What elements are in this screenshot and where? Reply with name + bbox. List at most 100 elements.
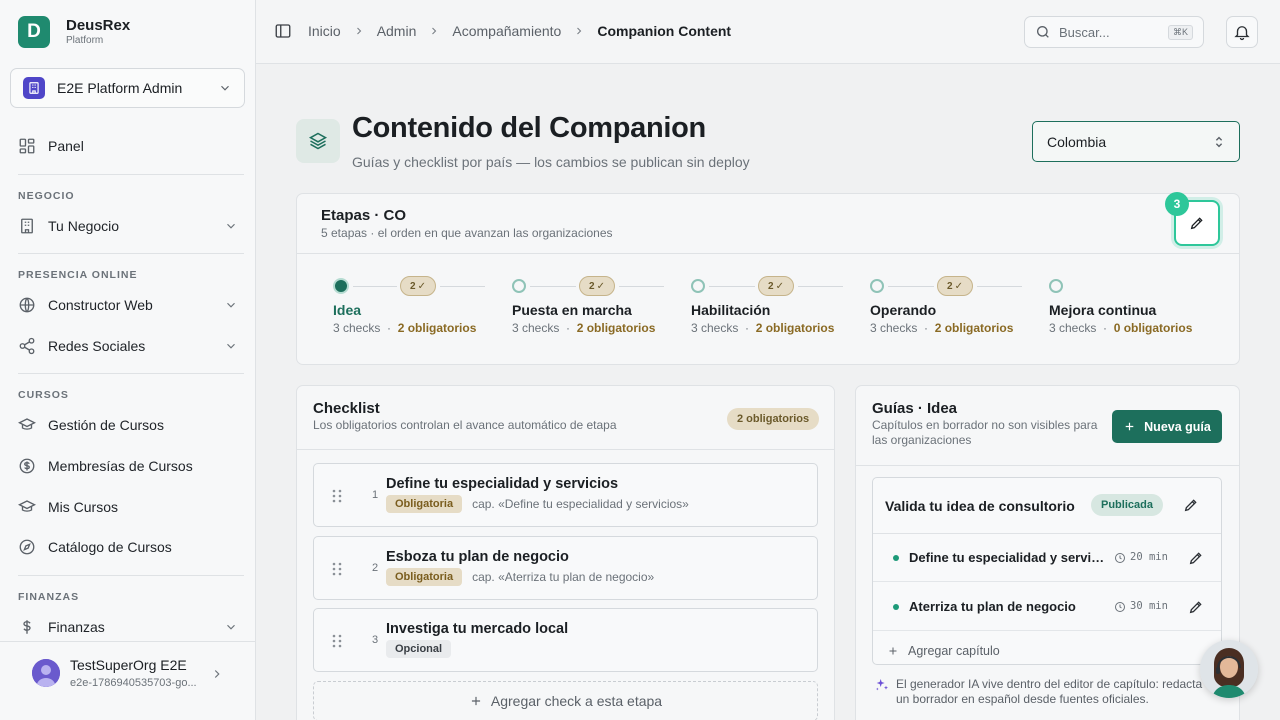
checklist-item[interactable]: 1 Define tu especialidad y servicios Obl…	[313, 463, 818, 527]
check-title: Esboza tu plan de negocio	[386, 549, 569, 565]
sidebar-divider	[18, 373, 244, 374]
section-title-negocio: NEGOCIO	[18, 190, 75, 202]
chevron-updown-icon	[1215, 136, 1223, 147]
sidebar-item-label: Finanzas	[48, 619, 105, 635]
new-guide-label: Nueva guía	[1144, 419, 1211, 434]
stage-name-puesta[interactable]: Puesta en marcha	[512, 302, 632, 318]
chapter-item[interactable]: Define tu especialidad y servicios 20 mi…	[873, 534, 1221, 582]
section-title-finanzas: FINANZAS	[18, 591, 80, 603]
add-chapter-button[interactable]: Agregar capítulo	[887, 644, 1000, 658]
stage-dot-puesta[interactable]	[512, 279, 526, 293]
sidebar-item-finanzas[interactable]: Finanzas	[18, 612, 238, 642]
sidebar-item-label: Gestión de Cursos	[48, 417, 164, 433]
notifications-button[interactable]	[1226, 16, 1258, 48]
sidebar-item-catalogo[interactable]: Catálogo de Cursos	[18, 532, 238, 562]
building-icon	[23, 77, 45, 99]
stage-dot-operando[interactable]	[870, 279, 884, 293]
sidebar-item-constructor-web[interactable]: Constructor Web	[18, 290, 238, 320]
checklist-card: Checklist Los obligatorios controlan el …	[296, 385, 835, 720]
sidebar-item-gestion-cursos[interactable]: Gestión de Cursos	[18, 410, 238, 440]
stage-name-mejora[interactable]: Mejora continua	[1049, 302, 1156, 318]
plus-icon	[889, 647, 897, 655]
checklist-required-badge: 2 obligatorios	[727, 408, 820, 430]
search-input[interactable]: Buscar... ⌘K	[1024, 16, 1204, 48]
stage-meta: 3 checks · 2 obligatorios	[691, 321, 835, 335]
stage-dot-mejora[interactable]	[1049, 279, 1063, 293]
chapter-status-dot	[893, 604, 899, 610]
stage-connector	[977, 286, 1022, 287]
country-select[interactable]: Colombia	[1032, 121, 1240, 162]
stage-required-badge: 2 ✓	[400, 276, 436, 296]
stage-meta: 3 checks · 0 obligatorios	[1049, 321, 1193, 335]
brand[interactable]: D DeusRex Platform	[18, 16, 130, 48]
chevron-right-icon	[356, 27, 361, 35]
dashboard-icon	[19, 138, 35, 154]
avatar	[32, 659, 60, 687]
checklist-item[interactable]: 3 Investiga tu mercado local Opcional	[313, 608, 818, 672]
graduation-cap-icon	[18, 418, 36, 430]
sidebar-divider	[18, 575, 244, 576]
sidebar-item-label: Constructor Web	[48, 297, 153, 313]
sidebar-item-label: Catálogo de Cursos	[48, 539, 172, 555]
org-selector[interactable]: E2E Platform Admin	[10, 68, 245, 108]
sidebar-item-mis-cursos[interactable]: Mis Cursos	[18, 492, 238, 522]
sidebar-item-label: Redes Sociales	[48, 338, 146, 354]
guide-title: Valida tu idea de consultorio	[885, 498, 1075, 514]
grip-icon[interactable]	[332, 634, 342, 648]
stage-name-idea[interactable]: Idea	[333, 302, 361, 318]
stage-name-operando[interactable]: Operando	[870, 302, 936, 318]
user-menu[interactable]: TestSuperOrg E2E e2e-1786940535703-go...	[0, 641, 255, 720]
chevron-right-icon	[577, 27, 582, 35]
grip-icon[interactable]	[332, 562, 342, 576]
breadcrumb-item-acompanamiento[interactable]: Acompañamiento	[452, 23, 561, 39]
stage-dot-habilitacion[interactable]	[691, 279, 705, 293]
stage-name-habilitacion[interactable]: Habilitación	[691, 302, 770, 318]
sidebar-item-tu-negocio[interactable]: Tu Negocio	[18, 211, 238, 241]
breadcrumb-current: Companion Content	[597, 23, 732, 39]
sidebar-item-label: Tu Negocio	[48, 218, 120, 234]
chevron-down-icon	[227, 343, 235, 349]
stage-meta: 3 checks · 2 obligatorios	[333, 321, 477, 335]
required-tag: Obligatoria	[386, 568, 463, 586]
breadcrumb-item-admin[interactable]: Admin	[377, 23, 417, 39]
new-guide-button[interactable]: Nueva guía	[1112, 410, 1222, 443]
add-check-label: Agregar check a esta etapa	[490, 693, 663, 709]
stage-dot-idea[interactable]	[333, 278, 349, 294]
section-title-presencia: PRESENCIA ONLINE	[18, 269, 138, 281]
checklist-header: Checklist Los obligatorios controlan el …	[297, 386, 834, 450]
pencil-icon[interactable]	[1188, 550, 1204, 566]
pencil-icon[interactable]	[1183, 497, 1199, 513]
breadcrumb-item-inicio[interactable]: Inicio	[308, 23, 341, 39]
support-avatar-button[interactable]	[1200, 640, 1258, 698]
building-icon	[21, 218, 33, 234]
user-email: e2e-1786940535703-go...	[70, 677, 197, 689]
stage-connector	[888, 286, 934, 287]
topbar: Inicio Admin Acompañamiento Companion Co…	[256, 0, 1280, 64]
brand-subtitle: Platform	[66, 35, 104, 46]
stage-meta: 3 checks · 2 obligatorios	[512, 321, 656, 335]
guides-header: Guías · Idea Capítulos en borrador no so…	[856, 386, 1239, 466]
chapter-item[interactable]: Aterriza tu plan de negocio 30 min	[873, 583, 1221, 631]
check-chapter-link: cap. «Define tu especialidad y servicios…	[472, 497, 689, 511]
brand-logo: D	[18, 16, 50, 48]
chapter-title: Define tu especialidad y servicios	[909, 550, 1105, 565]
sidebar-item-membresias[interactable]: Membresías de Cursos	[18, 451, 238, 481]
check-title: Investiga tu mercado local	[386, 621, 569, 637]
share-icon	[19, 337, 35, 355]
plus-icon	[471, 696, 480, 706]
stage-connector	[709, 286, 755, 287]
sidebar-item-redes-sociales[interactable]: Redes Sociales	[18, 331, 238, 361]
grip-icon[interactable]	[332, 489, 342, 503]
add-check-button[interactable]: Agregar check a esta etapa	[313, 681, 818, 720]
sidebar-toggle-icon[interactable]	[274, 22, 292, 40]
stage-connector	[619, 286, 664, 287]
check-title: Define tu especialidad y servicios	[386, 476, 619, 492]
stage-connector	[798, 286, 843, 287]
chapter-status-dot	[893, 555, 899, 561]
pencil-icon[interactable]	[1188, 599, 1204, 615]
ai-generator-note: El generador IA vive dentro del editor d…	[874, 677, 1224, 707]
checklist-item[interactable]: 2 Esboza tu plan de negocio Obligatoria c…	[313, 536, 818, 600]
user-name: TestSuperOrg E2E	[70, 657, 187, 673]
sidebar-item-panel[interactable]: Panel	[18, 131, 238, 161]
checklist-title: Checklist	[313, 400, 380, 417]
